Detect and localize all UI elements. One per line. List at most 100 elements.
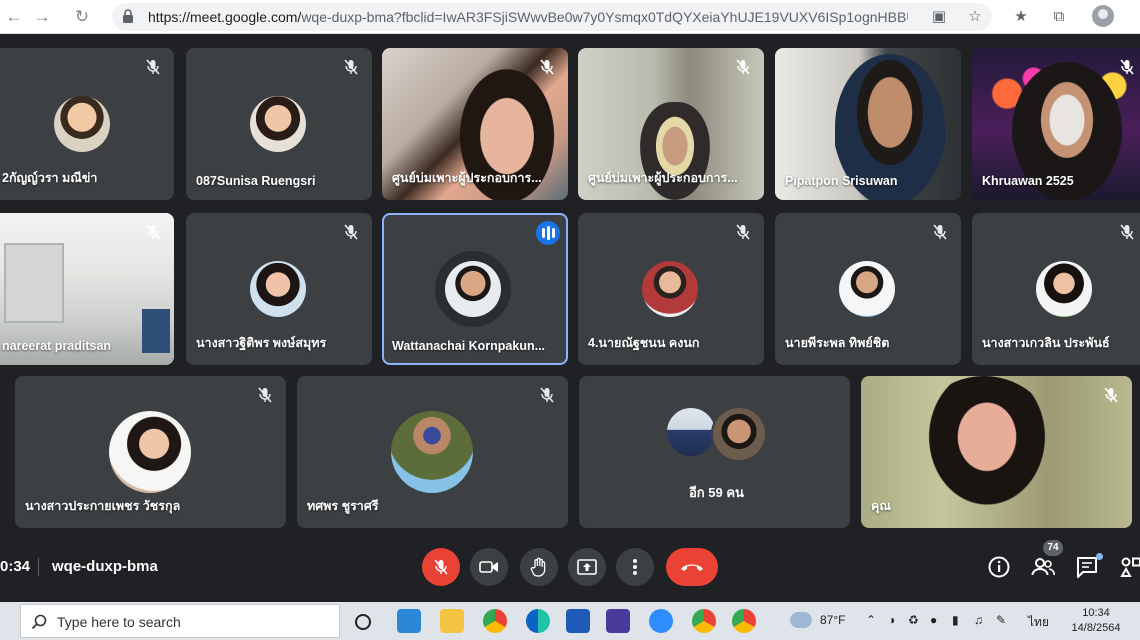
- participant-video-tile[interactable]: ศูนย์บ่มเพาะผู้ประกอบการ...: [382, 48, 568, 200]
- clock-date: 14/8/2564: [1071, 622, 1121, 634]
- url-text: https://meet.google.com/wqe-duxp-bma?fbc…: [148, 9, 908, 25]
- participant-tile[interactable]: 2กัญญ์วรา มณีข่า: [0, 48, 174, 200]
- os-taskbar: Type here to search 87°F ⌃ ◑ ♻ ● ▮ ♫ ✎ ไ…: [0, 602, 1140, 640]
- participant-video-tile[interactable]: Khruawan 2525: [972, 48, 1140, 200]
- present-screen-button[interactable]: [568, 548, 606, 586]
- participant-name: 4.นายณัฐชนน คงนก: [588, 336, 700, 350]
- browser-toolbar: ← → ↻ https://meet.google.com/wqe-duxp-b…: [0, 0, 1140, 34]
- participant-name: นางสาวฐิติพร พงษ์สมุทร: [196, 336, 327, 350]
- mic-off-icon: [540, 387, 554, 403]
- file-explorer-icon[interactable]: [440, 609, 464, 633]
- participant-name: 2กัญญ์วรา มณีข่า: [2, 171, 98, 185]
- meeting-controls-bar: 0:34 wqe-duxp-bma 74: [0, 540, 1140, 602]
- network-icon[interactable]: ◑: [888, 613, 895, 627]
- participant-tile[interactable]: 4.นายณัฐชนน คงนก: [578, 213, 764, 365]
- avatar: [642, 261, 698, 317]
- hang-up-icon: [681, 564, 703, 571]
- participant-video-tile[interactable]: Pipatpon Srisuwan: [775, 48, 961, 200]
- reload-icon[interactable]: ↻: [72, 7, 92, 27]
- participant-tile[interactable]: นางสาวประกายเพชร วัชรกุล: [15, 376, 286, 528]
- weather-icon[interactable]: [790, 612, 812, 628]
- battery-icon[interactable]: ▮: [952, 613, 959, 627]
- camera-blocked-icon[interactable]: ▣: [928, 6, 950, 28]
- participant-tile[interactable]: 087Sunisa Ruengsri: [186, 48, 372, 200]
- star-add-icon[interactable]: ☆: [964, 6, 986, 28]
- meeting-code: wqe-duxp-bma: [52, 558, 158, 575]
- volume-icon[interactable]: ♫: [974, 613, 983, 627]
- participant-name: นางสาวประกายเพชร วัชรกุล: [25, 499, 181, 513]
- favorites-icon[interactable]: ★: [1010, 6, 1032, 28]
- mic-toggle-button[interactable]: [422, 548, 460, 586]
- weather-temperature[interactable]: 87°F: [820, 613, 845, 627]
- participant-name: Wattanachai Kornpakun...: [392, 339, 546, 353]
- participant-group-tile[interactable]: อีก 59 คน: [579, 376, 850, 528]
- more-vertical-icon: [633, 559, 637, 575]
- zoom-icon[interactable]: [649, 609, 673, 633]
- chrome-icon[interactable]: [732, 609, 756, 633]
- leave-call-button[interactable]: [666, 548, 718, 586]
- avatar: [391, 411, 473, 493]
- mic-off-icon: [146, 224, 160, 240]
- video-background: [142, 309, 170, 353]
- collections-icon[interactable]: ⧉: [1048, 6, 1070, 28]
- mic-off-icon: [434, 559, 448, 575]
- chrome-icon[interactable]: [483, 609, 507, 633]
- sync-icon[interactable]: ♻: [908, 613, 919, 627]
- search-icon: [31, 614, 47, 630]
- mic-off-icon: [258, 387, 272, 403]
- edge-icon[interactable]: [526, 609, 550, 633]
- avatar: [250, 261, 306, 317]
- chrome-icon[interactable]: [692, 609, 716, 633]
- hand-icon: [530, 557, 546, 577]
- participant-name: ทศพร ชูราศรี: [307, 499, 379, 513]
- camera-toggle-button[interactable]: [470, 548, 508, 586]
- search-placeholder: Type here to search: [57, 614, 181, 630]
- mic-off-icon: [1104, 387, 1118, 403]
- taskbar-clock[interactable]: 10:34 14/8/2564: [1066, 606, 1126, 636]
- back-arrow-icon[interactable]: ←: [4, 7, 24, 27]
- clock-time: 10:34: [1082, 607, 1110, 619]
- input-language[interactable]: ไทย: [1028, 613, 1049, 632]
- avatar: [54, 96, 110, 152]
- cortana-icon[interactable]: [354, 613, 372, 631]
- address-bar[interactable]: https://meet.google.com/wqe-duxp-bma?fbc…: [112, 3, 992, 31]
- more-options-button[interactable]: [616, 548, 654, 586]
- mic-off-icon: [344, 59, 358, 75]
- mic-off-icon: [344, 224, 358, 240]
- url-host: https://meet.google.com/: [148, 9, 302, 25]
- people-icon[interactable]: [1030, 554, 1056, 580]
- participant-tile[interactable]: นายพีระพล ทิพย์ชิต: [775, 213, 961, 365]
- avatar: [1036, 261, 1092, 317]
- word-icon[interactable]: [566, 609, 590, 633]
- taskbar-search-box[interactable]: Type here to search: [20, 604, 340, 638]
- participant-tile[interactable]: นางสาวฐิติพร พงษ์สมุทร: [186, 213, 372, 365]
- mail-icon[interactable]: [397, 609, 421, 633]
- divider: [38, 558, 39, 576]
- participant-tile[interactable]: ทศพร ชูราศรี: [297, 376, 568, 528]
- app-icon[interactable]: [606, 609, 630, 633]
- avatar: [445, 261, 501, 317]
- participant-name: nareerat praditsan: [2, 339, 112, 353]
- avatar: [109, 411, 191, 493]
- forward-arrow-icon[interactable]: →: [32, 7, 52, 27]
- participant-video-tile[interactable]: ศูนย์บ่มเพาะผู้ประกอบการ...: [578, 48, 764, 200]
- participant-tile-speaking[interactable]: Wattanachai Kornpakun...: [382, 213, 568, 365]
- activities-icon[interactable]: [1118, 554, 1140, 580]
- video-person: [909, 376, 1059, 528]
- participant-name: ศูนย์บ่มเพาะผู้ประกอบการ...: [588, 171, 738, 185]
- chat-notification-dot: [1096, 553, 1103, 560]
- microphone-icon[interactable]: ●: [930, 613, 937, 627]
- video-background: [4, 243, 64, 323]
- chevron-up-icon[interactable]: ⌃: [866, 613, 876, 627]
- pen-icon[interactable]: ✎: [996, 613, 1006, 627]
- profile-avatar[interactable]: [1092, 5, 1114, 27]
- participant-video-tile[interactable]: nareerat praditsan: [0, 213, 174, 365]
- self-view-tile[interactable]: คุณ: [861, 376, 1132, 528]
- participant-tile[interactable]: นางสาวเกวลิน ประพันธ์: [972, 213, 1140, 365]
- mic-off-icon: [1120, 59, 1134, 75]
- mic-off-icon: [736, 224, 750, 240]
- raise-hand-button[interactable]: [520, 548, 558, 586]
- participant-name: คุณ: [871, 499, 891, 513]
- info-icon[interactable]: [986, 554, 1012, 580]
- more-participants-label: อีก 59 คน: [689, 485, 744, 500]
